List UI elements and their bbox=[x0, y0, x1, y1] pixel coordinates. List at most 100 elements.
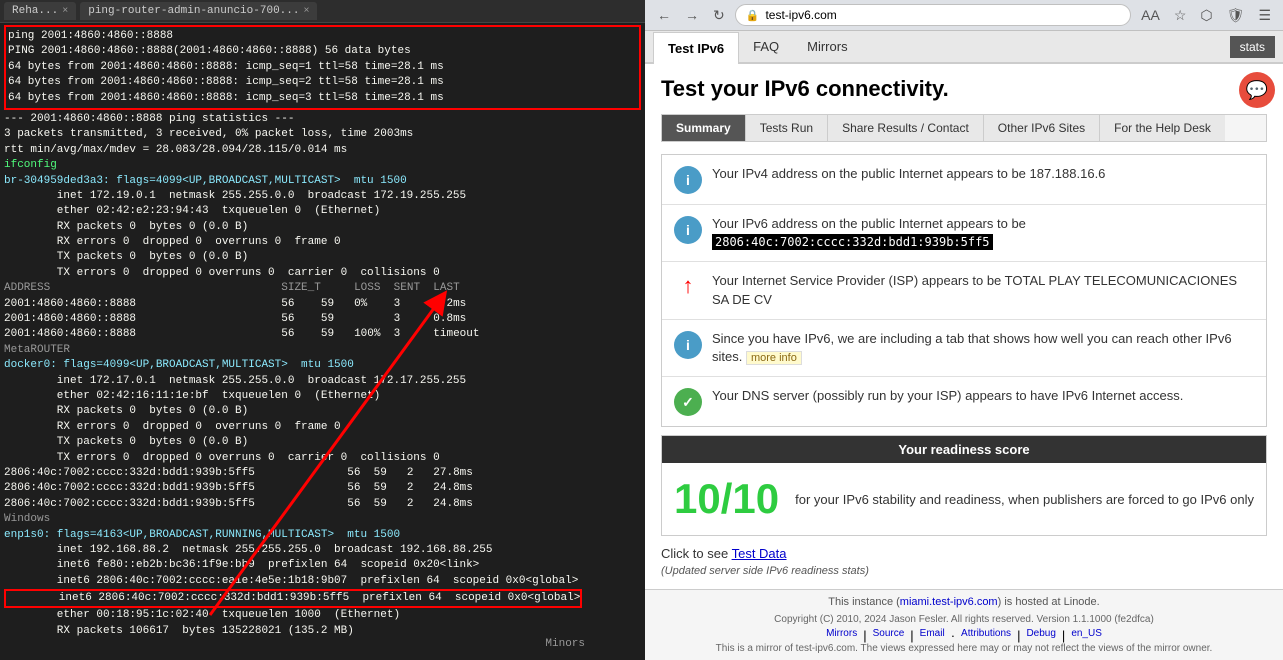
nav-forward-button[interactable]: → bbox=[681, 5, 703, 25]
ping-line-2: 64 bytes from 2001:4860:4860::8888: icmp… bbox=[8, 60, 637, 75]
stats-button[interactable]: stats bbox=[1230, 36, 1275, 58]
enp-inet6-fe80: inet6 fe80::eb2b:bc36:1f9e:bb9 prefixlen… bbox=[4, 558, 641, 573]
tab-label-2: ping-router-admin-anuncio-700... bbox=[88, 5, 299, 17]
browser-chrome: ← → ↻ 🔒 test-ipv6.com AA ☆ ⬡ 🛡 ☰ bbox=[645, 0, 1283, 31]
readiness-section: Your readiness score 10/10 for your IPv6… bbox=[661, 435, 1267, 536]
info-row-ipv6: i Your IPv6 address on the public Intern… bbox=[662, 205, 1266, 262]
terminal-tabs: Reha... × ping-router-admin-anuncio-700.… bbox=[0, 0, 645, 23]
metarouter-label: MetaROUTER bbox=[4, 343, 641, 358]
stats-results: 3 packets transmitted, 3 received, 0% pa… bbox=[4, 127, 641, 142]
red-arrow-icon: ↑ bbox=[683, 273, 694, 299]
ping-line-0: ping 2001:4860:4860::8888 bbox=[8, 29, 637, 44]
page-title: Test your IPv6 connectivity. bbox=[661, 76, 1267, 102]
iface-line-5: TX packets 0 bytes 0 (0.0 B) bbox=[4, 250, 641, 265]
footer-link-debug[interactable]: Debug bbox=[1026, 628, 1055, 643]
footer-link-lang[interactable]: en_US bbox=[1071, 628, 1102, 643]
bookmark-icon[interactable]: ☆ bbox=[1170, 5, 1191, 26]
docker-inet: inet 172.17.0.1 netmask 255.255.0.0 broa… bbox=[4, 374, 641, 389]
addr-row-5: 2806:40c:7002:cccc:332d:bdd1:939b:5ff5 5… bbox=[4, 481, 387, 496]
browser-panel: ← → ↻ 🔒 test-ipv6.com AA ☆ ⬡ 🛡 ☰ Test IP… bbox=[645, 0, 1283, 660]
loss-row-5: 2 24.8ms bbox=[407, 481, 473, 496]
info-text-isp: Your Internet Service Provider (ISP) app… bbox=[712, 272, 1254, 308]
footer-link-mirrors[interactable]: Mirrors bbox=[826, 628, 857, 643]
content-tab-bar: Summary Tests Run Share Results / Contac… bbox=[661, 114, 1267, 142]
tab-summary[interactable]: Summary bbox=[662, 115, 746, 141]
terminal-tab-1[interactable]: Reha... × bbox=[4, 2, 76, 20]
arrow-icon: ↑ bbox=[674, 272, 702, 300]
nav-tab-testipv6[interactable]: Test IPv6 bbox=[653, 32, 739, 64]
info-icon-tab: i bbox=[674, 331, 702, 359]
enp-inet6-global2: inet6 2806:40c:7002:cccc:332d:bdd1:939b:… bbox=[6, 591, 580, 606]
miami-link[interactable]: miami.test-ipv6.com bbox=[900, 596, 998, 608]
score-description: for your IPv6 stability and readiness, w… bbox=[795, 492, 1254, 507]
nav-back-button[interactable]: ← bbox=[653, 5, 675, 25]
tab-close-1[interactable]: × bbox=[62, 6, 68, 17]
nav-reload-button[interactable]: ↻ bbox=[709, 5, 729, 26]
enp-iface: enp1s0: flags=4163<UP,BROADCAST,RUNNING,… bbox=[4, 528, 641, 543]
loss-row-4: 2 27.8ms bbox=[407, 466, 473, 481]
minors-label: Minors bbox=[545, 637, 585, 652]
loss-row-3: 100% 3 timeout bbox=[354, 327, 479, 342]
tab-tests-run[interactable]: Tests Run bbox=[746, 115, 828, 141]
ping-line-1: PING 2001:4860:4860::8888(2001:4860:4860… bbox=[8, 44, 637, 59]
nav-tab-mirrors[interactable]: Mirrors bbox=[793, 31, 861, 62]
docker-rx: RX packets 0 bytes 0 (0.0 B) bbox=[4, 404, 641, 419]
loss-header: LOSS SENT LAST bbox=[354, 281, 479, 296]
terminal-tab-2[interactable]: ping-router-admin-anuncio-700... × bbox=[80, 2, 317, 20]
tab-close-2[interactable]: × bbox=[303, 6, 309, 17]
iface-line-1: inet 172.19.0.1 netmask 255.255.0.0 broa… bbox=[4, 189, 641, 204]
docker-iface: docker0: flags=4099<UP,BROADCAST,MULTICA… bbox=[4, 358, 641, 373]
tab-help-desk[interactable]: For the Help Desk bbox=[1100, 115, 1225, 141]
loss-row-2: 3 0.8ms bbox=[354, 312, 479, 327]
stats-header: --- 2001:4860:4860::8888 ping statistics… bbox=[4, 112, 641, 127]
enp-inet6-global1: inet6 2806:40c:7002:cccc:ea1e:4e5e:1b18:… bbox=[4, 574, 641, 589]
info-icon-dns: ✓ bbox=[674, 388, 702, 416]
isp-text: Your Internet Service Provider (ISP) app… bbox=[712, 273, 1237, 306]
readiness-body: 10/10 for your IPv6 stability and readin… bbox=[662, 463, 1266, 535]
menu-icon[interactable]: ☰ bbox=[1254, 5, 1275, 26]
terminal-table2: 2806:40c:7002:cccc:332d:bdd1:939b:5ff5 5… bbox=[4, 466, 641, 512]
info-row-dns: ✓ Your DNS server (possibly run by your … bbox=[662, 377, 1266, 426]
browser-footer: This instance (miami.test-ipv6.com) is h… bbox=[645, 589, 1283, 660]
nav-tab-faq[interactable]: FAQ bbox=[739, 31, 793, 62]
info-row-ipv4: i Your IPv4 address on the public Intern… bbox=[662, 155, 1266, 205]
footer-mirror-note: This is a mirror of test-ipv6.com. The v… bbox=[661, 643, 1267, 654]
footer-link-email[interactable]: Email bbox=[920, 628, 945, 643]
info-text-ipv6: Your IPv6 address on the public Internet… bbox=[712, 215, 1254, 251]
address-bar[interactable]: 🔒 test-ipv6.com bbox=[735, 4, 1131, 26]
site-nav: Test IPv6 FAQ Mirrors stats bbox=[645, 31, 1283, 64]
footer-hosted: This instance (miami.test-ipv6.com) is h… bbox=[661, 596, 1267, 608]
iface-line-4: RX errors 0 dropped 0 overruns 0 frame 0 bbox=[4, 235, 641, 250]
loss-row-6: 2 24.8ms bbox=[407, 497, 473, 512]
ping-line-4: 64 bytes from 2001:4860:4860::8888: icmp… bbox=[8, 91, 637, 106]
docker-tx: TX packets 0 bytes 0 (0.0 B) bbox=[4, 435, 641, 450]
copyright-text: Copyright (C) 2010, 2024 Jason Fesler. A… bbox=[774, 614, 1154, 625]
extensions-icon[interactable]: ⬡ bbox=[1196, 5, 1216, 26]
ping-output-box: ping 2001:4860:4860::8888 PING 2001:4860… bbox=[4, 25, 641, 110]
chat-icon[interactable]: 💬 bbox=[1239, 72, 1275, 108]
test-data-link[interactable]: Test Data bbox=[732, 546, 787, 561]
docker-rx-err: RX errors 0 dropped 0 overruns 0 frame 0 bbox=[4, 420, 641, 435]
more-info-link[interactable]: more info bbox=[746, 351, 802, 365]
ifconfig-cmd: ifconfig bbox=[4, 158, 641, 173]
terminal-panel: Reha... × ping-router-admin-anuncio-700.… bbox=[0, 0, 645, 660]
addr-row-6: 2806:40c:7002:cccc:332d:bdd1:939b:5ff5 5… bbox=[4, 497, 387, 512]
terminal-content: ping 2001:4860:4860::8888 PING 2001:4860… bbox=[0, 23, 645, 641]
iface-line-3: RX packets 0 bytes 0 (0.0 B) bbox=[4, 220, 641, 235]
windows-label: Windows bbox=[4, 512, 641, 527]
readiness-header: Your readiness score bbox=[662, 436, 1266, 463]
rtt-line: rtt min/avg/max/mdev = 28.083/28.094/28.… bbox=[4, 143, 641, 158]
translate-icon[interactable]: AA bbox=[1137, 5, 1164, 25]
tab-other-ipv6[interactable]: Other IPv6 Sites bbox=[984, 115, 1100, 141]
ipv6-address: 2806:40c:7002:cccc:332d:bdd1:939b:5ff5 bbox=[712, 234, 993, 250]
table-row-2: 2001:4860:4860::8888 56 59 bbox=[4, 312, 334, 327]
info-section: i Your IPv4 address on the public Intern… bbox=[661, 154, 1267, 427]
lock-icon: 🔒 bbox=[746, 9, 760, 22]
footer-link-source[interactable]: Source bbox=[873, 628, 905, 643]
info-icon-ipv4: i bbox=[674, 166, 702, 194]
adblock-icon[interactable]: 🛡 bbox=[1223, 5, 1249, 26]
addr-row-4: 2806:40c:7002:cccc:332d:bdd1:939b:5ff5 5… bbox=[4, 466, 387, 481]
table-addr-header: ADDRESS SIZE_T bbox=[4, 281, 334, 296]
footer-link-attributions[interactable]: Attributions bbox=[961, 628, 1011, 643]
tab-share-results[interactable]: Share Results / Contact bbox=[828, 115, 984, 141]
